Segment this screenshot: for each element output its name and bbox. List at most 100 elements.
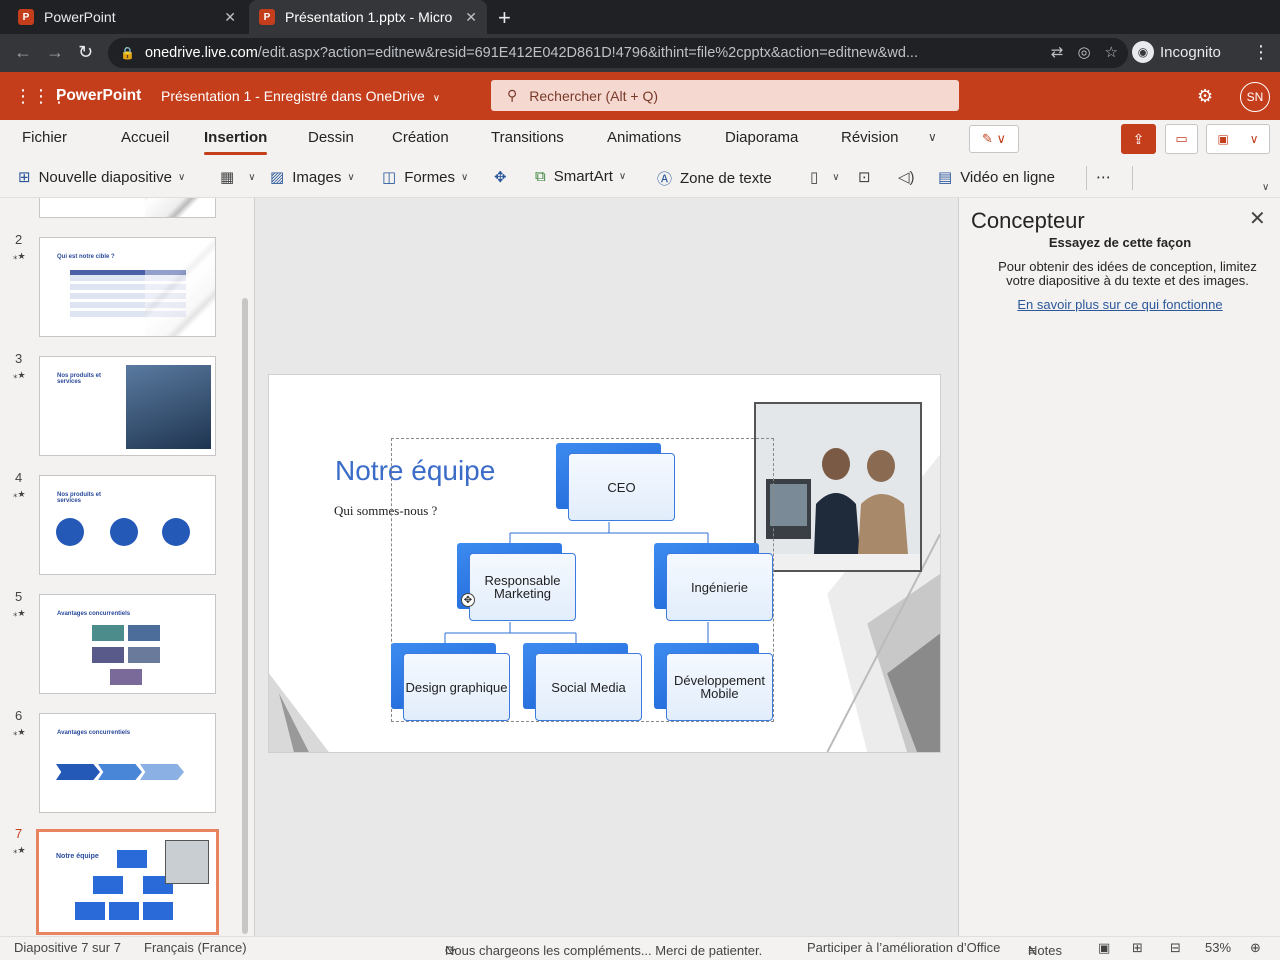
comments-button[interactable]: ▭ — [1165, 124, 1198, 154]
slide-thumbnail[interactable]: Nos produits et services — [39, 356, 216, 456]
tab-insertion[interactable]: Insertion — [204, 129, 268, 155]
tab-diaporama[interactable]: Diaporama — [725, 129, 798, 146]
thumbnail-chevron — [56, 764, 100, 780]
chevron-down-icon: ∨ — [461, 171, 469, 183]
notes-label: Notes — [1028, 943, 1062, 958]
slide-number: 2 — [15, 232, 23, 247]
images-button[interactable]: ▨ Images ∨ — [270, 168, 355, 187]
slide-thumbnail[interactable]: Avantages concurrentiels — [39, 713, 216, 813]
chevron-down-icon: ∨ — [432, 93, 441, 104]
settings-gear-icon[interactable]: ⚙ — [1197, 86, 1213, 107]
thumbnail-node — [93, 876, 123, 894]
tracking-blocked-icon[interactable]: ◎ — [1077, 43, 1090, 61]
reading-view-icon[interactable]: ⊟ — [1170, 940, 1181, 956]
account-avatar[interactable]: SN — [1240, 82, 1270, 112]
close-tab-icon[interactable]: ✕ — [465, 9, 477, 26]
node-label: Design graphique — [403, 653, 510, 721]
tab-animations[interactable]: Animations — [607, 129, 681, 146]
table-icon: ▦ — [220, 169, 235, 186]
textbox-button[interactable]: Ⓐ Zone de texte — [657, 168, 772, 189]
share-button[interactable]: ⇪ — [1121, 124, 1156, 154]
thumbnail-node — [75, 902, 105, 920]
new-slide-button[interactable]: ⊞ Nouvelle diapositive ∨ — [18, 168, 186, 187]
more-tabs-chevron-icon[interactable]: ∨ — [928, 130, 937, 144]
tab-accueil[interactable]: Accueil — [121, 129, 169, 146]
bookmark-star-icon[interactable]: ☆ — [1105, 43, 1118, 61]
thumbnail-title: Notre équipe — [56, 853, 99, 860]
command-bar: ⊞ Nouvelle diapositive ∨ ▦ ∨ ▨ Images ∨ … — [0, 158, 1280, 198]
animation-star-icon: ⁎★ — [13, 608, 26, 618]
powerpoint-favicon-icon: P — [18, 9, 34, 25]
designer-pane: Concepteur ✕ Essayez de cette façon Pour… — [960, 198, 1280, 936]
document-title-menu[interactable]: Présentation 1 - Enregistré dans OneDriv… — [161, 88, 440, 104]
zoom-level[interactable]: 53% — [1205, 940, 1231, 955]
online-video-button[interactable]: ▤ Vidéo en ligne — [938, 168, 1055, 187]
normal-view-icon[interactable]: ▣ — [1098, 940, 1110, 956]
slide-thumbnail[interactable]: Nos produits et services — [39, 475, 216, 575]
tab-revision[interactable]: Révision — [841, 129, 899, 146]
more-commands-button[interactable]: ⋯ — [1096, 168, 1111, 186]
thumbnail-node — [109, 902, 139, 920]
slide-thumbnails-panel[interactable]: 2 ⁎★ Qui est notre cible ? 3 ⁎★ Nos prod… — [0, 198, 254, 936]
language-indicator[interactable]: Français (France) — [144, 940, 247, 955]
learn-more-link[interactable]: En savoir plus sur ce qui fonctionne — [960, 297, 1280, 312]
designer-title: Concepteur — [971, 208, 1085, 233]
close-tab-icon[interactable]: ✕ — [224, 9, 236, 26]
browser-tab-bar: P PowerPoint ✕ P Présentation 1.pptx - M… — [0, 0, 1280, 34]
editing-mode-button[interactable]: ✎ ∨ — [969, 125, 1019, 153]
smartart-label: SmartArt — [553, 168, 613, 185]
slide-7[interactable]: Notre équipe Qui sommes-nous ? CEO Respo… — [268, 374, 941, 753]
new-tab-icon[interactable]: + — [498, 5, 511, 31]
table-button[interactable]: ▦ ∨ — [220, 168, 256, 186]
thumbnails-scrollbar[interactable] — [242, 298, 248, 934]
powerpoint-favicon-icon: P — [259, 9, 275, 25]
fit-to-window-icon[interactable]: ⊕ — [1250, 940, 1261, 956]
icons-button[interactable]: ✥ — [494, 168, 515, 186]
designer-try-heading: Essayez de cette façon — [1048, 235, 1192, 250]
rotate-handle-icon[interactable]: ✥ — [461, 593, 475, 607]
textbox-icon: Ⓐ — [657, 171, 673, 188]
incognito-indicator[interactable]: ◉ Incognito — [1132, 41, 1221, 63]
address-bar[interactable]: 🔒 onedrive.live.com /edit.aspx?action=ed… — [108, 38, 1128, 68]
shapes-icon: ◫ — [382, 169, 397, 186]
back-icon[interactable]: ← — [14, 42, 32, 63]
search-placeholder: Rechercher (Alt + Q) — [529, 87, 659, 104]
slide-thumbnail-selected[interactable]: Notre équipe — [36, 829, 219, 935]
comment-insert-button[interactable]: ⊡ — [858, 168, 879, 186]
tab-fichier[interactable]: Fichier — [22, 129, 67, 146]
images-label: Images — [292, 168, 342, 186]
app-name[interactable]: PowerPoint — [56, 87, 141, 105]
thumbnail-title: Avantages concurrentiels — [57, 611, 131, 617]
browser-menu-icon[interactable]: ⋮ — [1252, 42, 1270, 63]
lock-icon[interactable]: 🔒 — [120, 46, 135, 60]
smartart-button[interactable]: ⧉ SmartArt ∨ — [535, 168, 626, 185]
status-bar: Diapositive 7 sur 7 Français (France) ⟳ N… — [0, 936, 1280, 960]
tab-creation[interactable]: Création — [392, 129, 449, 146]
slide-sorter-icon[interactable]: ⊞ — [1132, 940, 1143, 956]
present-button[interactable]: ▣ ∨ — [1206, 124, 1270, 154]
audio-button[interactable]: ◁) — [898, 168, 923, 186]
shapes-button[interactable]: ◫ Formes ∨ — [382, 168, 469, 187]
thumbnail-decoration — [145, 238, 215, 336]
forward-icon[interactable]: → — [46, 42, 64, 63]
tab-transitions[interactable]: Transitions — [491, 129, 564, 146]
slide-thumbnail[interactable] — [39, 198, 216, 218]
reload-icon[interactable]: ↻ — [78, 42, 93, 63]
feedback-link[interactable]: Participer à l’amélioration d’Office — [807, 940, 1000, 955]
close-icon[interactable]: ✕ — [1249, 206, 1266, 231]
thumbnail-title: Qui est notre cible ? — [57, 254, 115, 260]
browser-tab-powerpoint[interactable]: P PowerPoint ✕ — [8, 0, 246, 34]
search-box[interactable]: ⚲ Rechercher (Alt + Q) — [491, 80, 959, 111]
tab-dessin[interactable]: Dessin — [308, 129, 354, 146]
smartart-icon: ⧉ — [535, 168, 546, 185]
slide-thumbnail[interactable]: Qui est notre cible ? — [39, 237, 216, 337]
translate-icon[interactable]: ⇄ — [1051, 43, 1064, 61]
collapse-ribbon-icon[interactable]: ∨ — [1262, 182, 1269, 193]
slide-thumbnail[interactable]: Avantages concurrentiels — [39, 594, 216, 694]
add-ins-button[interactable]: ▯ ∨ — [810, 168, 840, 186]
chevron-down-icon: ∨ — [178, 171, 186, 183]
browser-tab-title: Présentation 1.pptx - Micro — [285, 9, 453, 25]
browser-tab-presentation[interactable]: P Présentation 1.pptx - Micro ✕ — [249, 0, 487, 34]
toolbar-divider — [1086, 166, 1087, 190]
thumbnail-box — [92, 647, 124, 663]
